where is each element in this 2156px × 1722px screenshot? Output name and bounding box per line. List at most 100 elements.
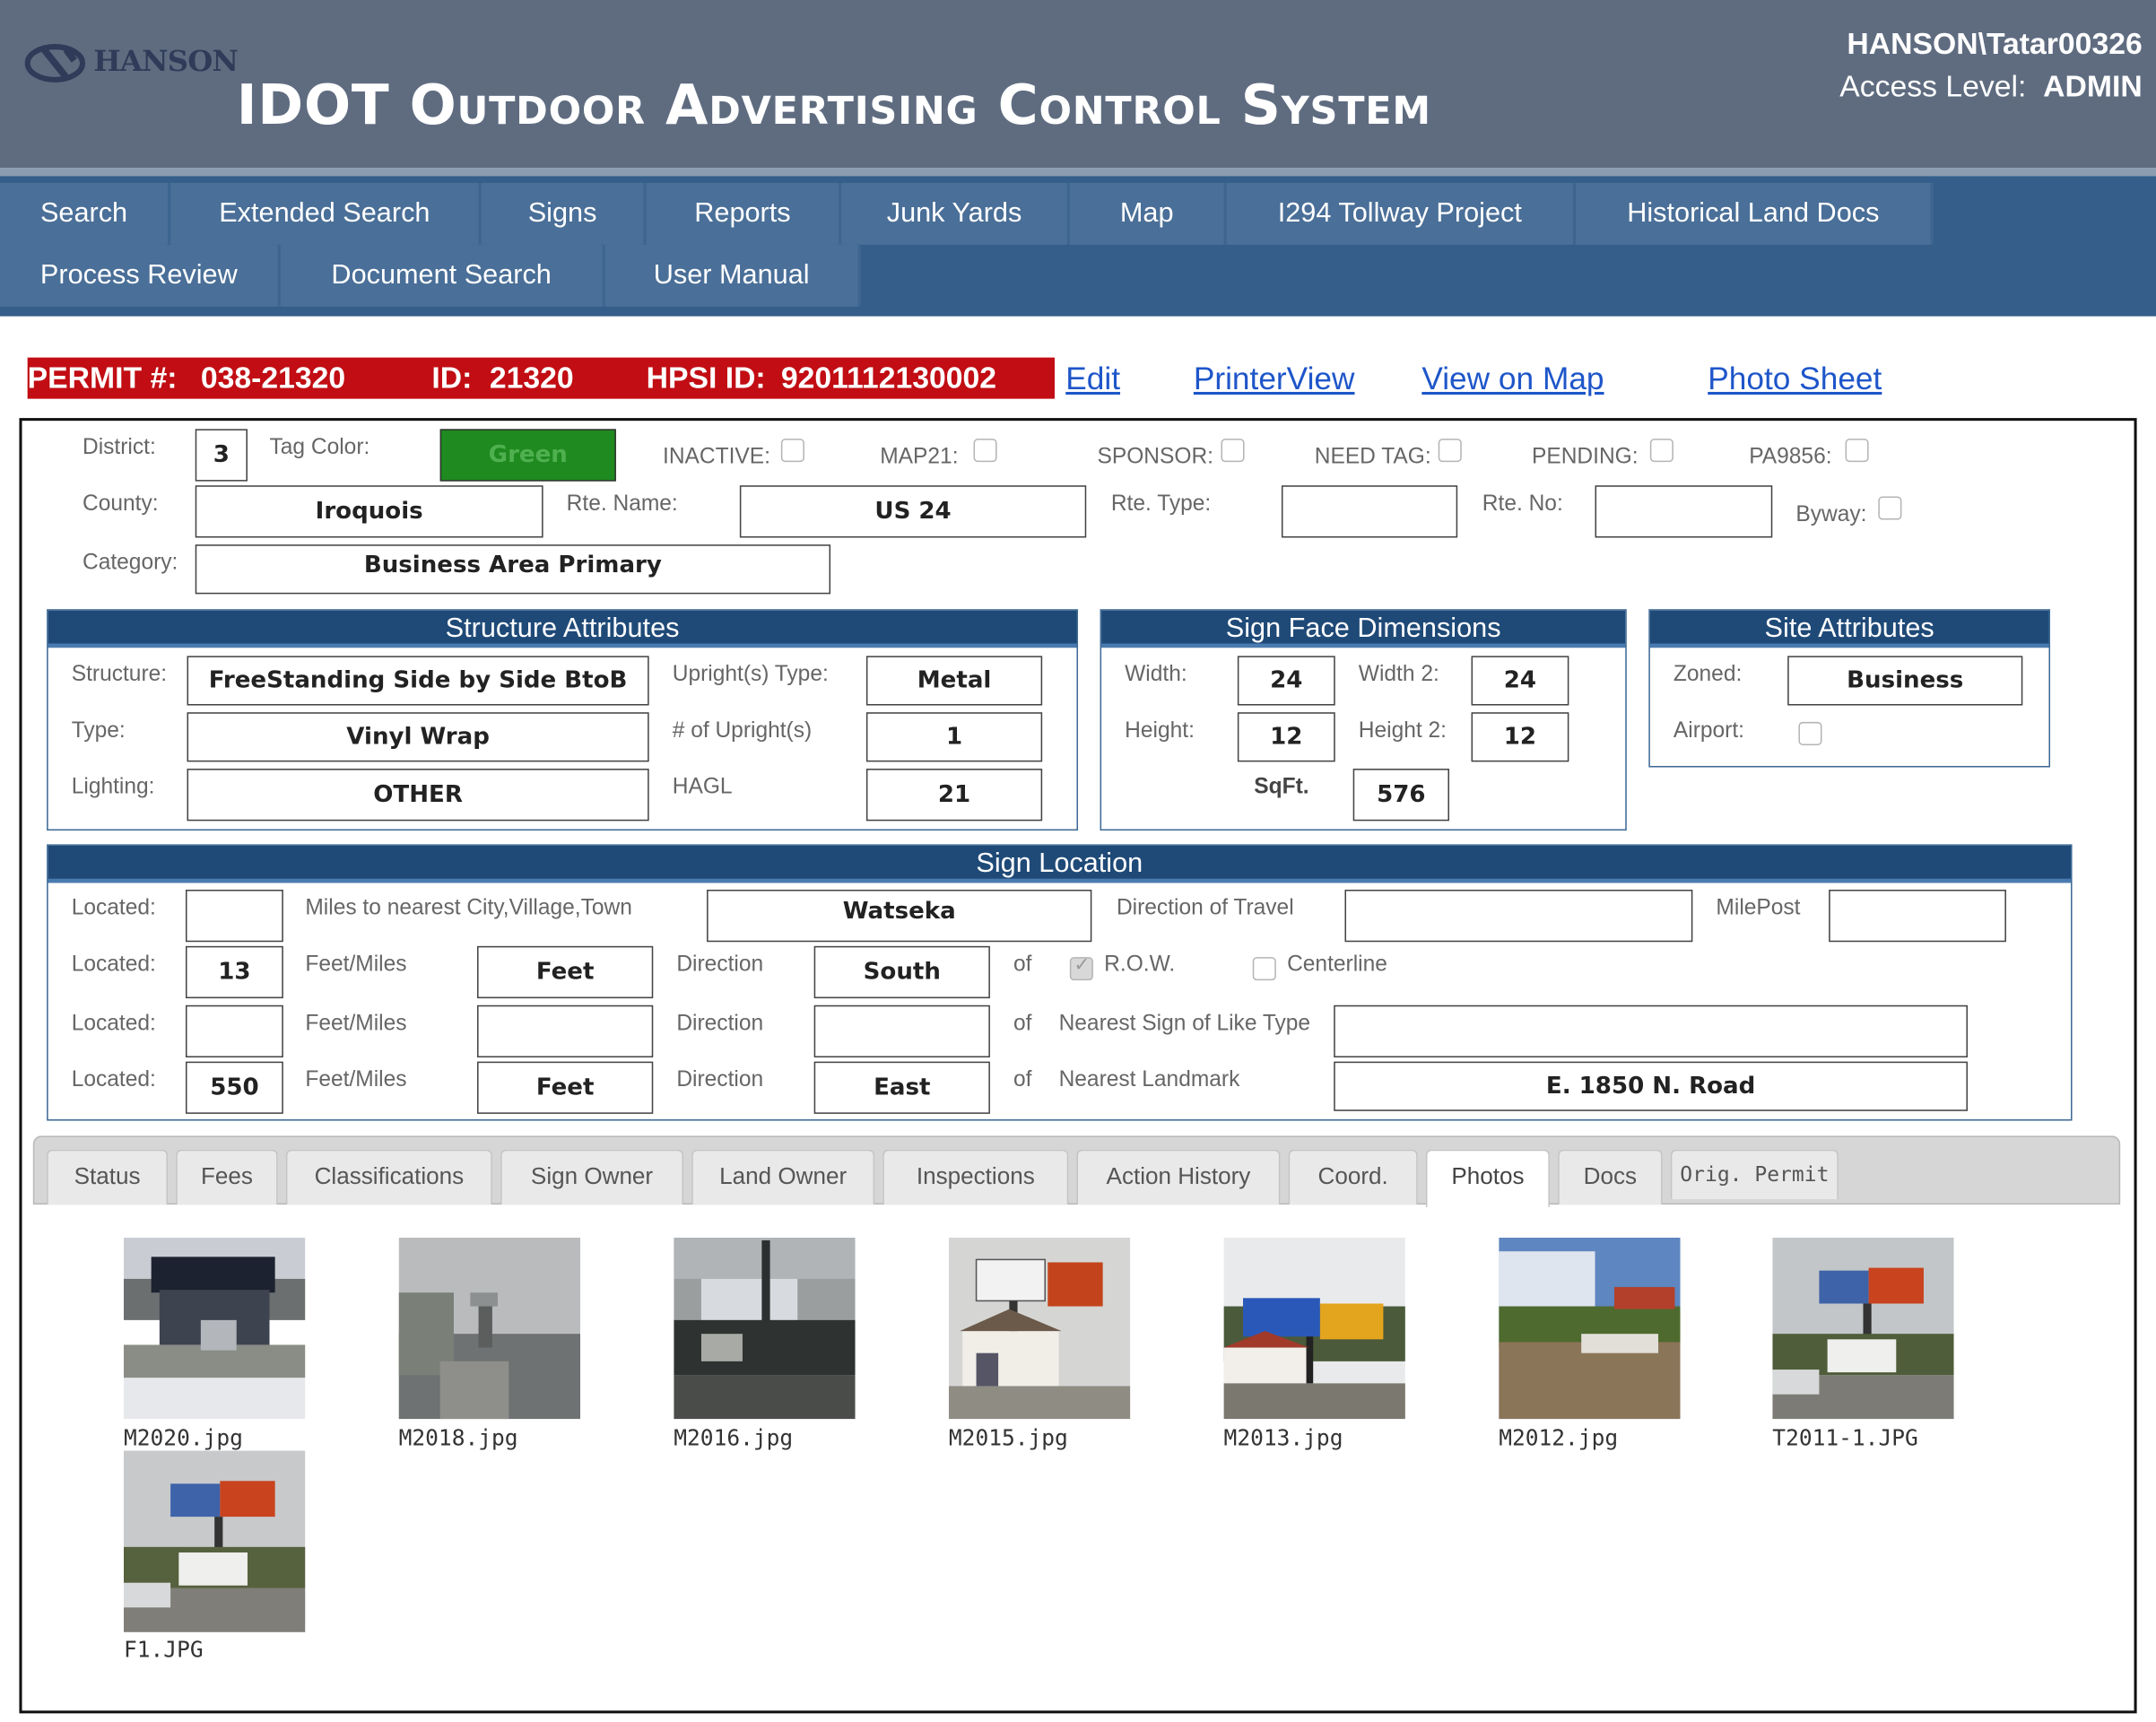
height-field[interactable]: 12 [1237,712,1335,762]
inactive-checkbox[interactable] [780,439,804,463]
width2-field[interactable]: 24 [1471,656,1569,706]
width-label: Width: [1125,663,1187,687]
located-field-2[interactable]: 13 [185,945,283,999]
centerline-checkbox[interactable] [1252,957,1276,981]
edit-link[interactable]: Edit [1065,361,1120,397]
nav-historical-land-docs[interactable]: Historical Land Docs [1576,182,1934,245]
photo-sheet-link[interactable]: Photo Sheet [1708,361,1882,397]
nav-i294-tollway-project[interactable]: I294 Tollway Project [1226,182,1577,245]
located-label-4: Located: [71,1068,156,1092]
access-level: Access Level: ADMIN [1839,65,2142,108]
nav-reports[interactable]: Reports [646,182,842,245]
tab-photos[interactable]: Photos [1425,1149,1550,1208]
direction-of-travel-field[interactable] [1344,889,1693,943]
feet-miles-field-3[interactable] [477,1004,654,1058]
tab-land-owner[interactable]: Land Owner [691,1149,875,1205]
nav-signs[interactable]: Signs [481,182,647,245]
rte-name-field[interactable]: US 24 [739,485,1087,538]
tab-inspections[interactable]: Inspections [882,1149,1069,1205]
nav-search[interactable]: Search [0,182,171,245]
tab-coord[interactable]: Coord. [1288,1149,1418,1205]
photo-thumbnail[interactable] [123,1237,306,1420]
byway-label: Byway: [1795,503,1867,527]
upright-type-field[interactable]: Metal [865,656,1043,706]
rte-type-field[interactable] [1281,485,1458,538]
app-header: HANSON IDOT Outdoor Advertising Control … [0,0,2156,169]
map21-checkbox[interactable] [973,439,997,463]
category-field[interactable]: Business Area Primary [195,544,831,595]
photo-caption: M2016.jpg [674,1424,794,1451]
tab-sign-owner[interactable]: Sign Owner [500,1149,684,1205]
tab-status[interactable]: Status [47,1149,169,1205]
nav-extended-search[interactable]: Extended Search [170,182,482,245]
lighting-field[interactable]: OTHER [187,769,649,822]
tab-orig-permit[interactable]: Orig. Permit [1670,1149,1839,1199]
hpsi-id: 9201112130002 [780,360,997,396]
photo-caption: M2018.jpg [398,1424,518,1451]
main-nav: Search Extended Search Signs Reports Jun… [0,176,2156,317]
pa9856-checkbox[interactable] [1845,439,1869,463]
direction-field-4[interactable]: East [813,1061,990,1114]
view-on-map-link[interactable]: View on Map [1421,361,1604,397]
width-field[interactable]: 24 [1237,656,1335,706]
sponsor-checkbox[interactable] [1221,439,1245,463]
photo-caption: T2011-1.JPG [1772,1424,1918,1451]
tab-docs[interactable]: Docs [1558,1149,1663,1205]
rte-no-field[interactable] [1595,485,1773,538]
photo-thumbnail[interactable] [123,1450,306,1632]
tab-fees[interactable]: Fees [176,1149,278,1205]
tag-color-label: Tag Color: [269,436,370,460]
direction-field-3[interactable] [813,1004,990,1058]
located-field-3[interactable] [185,1004,283,1058]
id-label: ID: [431,360,473,396]
sign-face-dimensions-title: Sign Face Dimensions [1101,610,1626,648]
nearest-sign-field[interactable] [1334,1004,1969,1058]
district-field[interactable]: 3 [195,429,248,482]
photo-thumbnail[interactable] [674,1237,856,1420]
airport-label: Airport: [1673,718,1744,743]
height2-field[interactable]: 12 [1471,712,1569,762]
hagl-label: HAGL [672,775,733,799]
photo-thumbnail[interactable] [948,1237,1131,1420]
feet-miles-field-2[interactable]: Feet [477,945,654,999]
tab-classifications[interactable]: Classifications [285,1149,492,1205]
tab-action-history[interactable]: Action History [1076,1149,1281,1205]
county-field[interactable]: Iroquois [195,485,543,538]
structure-label: Structure: [71,663,168,687]
county-label: County: [82,491,159,516]
logo-text: HANSON [93,43,239,78]
hpsi-id-label: HPSI ID: [646,360,766,396]
photo-thumbnail[interactable] [1223,1237,1405,1420]
nav-process-review[interactable]: Process Review [0,244,281,307]
photo-thumbnail[interactable] [1499,1237,1681,1420]
direction-field-2[interactable]: South [813,945,990,999]
byway-checkbox[interactable] [1878,496,1902,520]
nav-document-search[interactable]: Document Search [280,244,605,307]
located-field-1[interactable] [185,889,283,943]
sqft-field[interactable]: 576 [1352,769,1449,822]
zoned-field[interactable]: Business [1787,656,2023,706]
nav-junk-yards[interactable]: Junk Yards [841,182,1070,245]
miles-to-city-label: Miles to nearest City,Village,Town [305,896,632,920]
feet-miles-field-4[interactable]: Feet [477,1061,654,1114]
need-tag-checkbox[interactable] [1438,439,1462,463]
hagl-field[interactable]: 21 [865,769,1043,822]
printer-view-link[interactable]: PrinterView [1194,361,1355,397]
photo-thumbnail[interactable] [1772,1237,1954,1420]
nearest-landmark-field[interactable]: E. 1850 N. Road [1334,1061,1969,1111]
row-checkbox[interactable] [1069,954,1093,981]
structure-field[interactable]: FreeStanding Side by Side BtoB [187,656,649,706]
pending-checkbox[interactable] [1649,439,1674,463]
nearest-city-field[interactable]: Watseka [707,889,1092,943]
nav-map[interactable]: Map [1069,182,1227,245]
located-field-4[interactable]: 550 [185,1061,283,1114]
height2-label: Height 2: [1358,718,1447,743]
nav-user-manual[interactable]: User Manual [604,244,861,307]
num-uprights-field[interactable]: 1 [865,712,1043,762]
tag-color-field[interactable]: Green [439,429,616,482]
type-field[interactable]: Vinyl Wrap [187,712,649,762]
photo-thumbnail[interactable] [398,1237,581,1420]
airport-checkbox[interactable] [1798,721,1822,745]
feet-miles-label-4: Feet/Miles [305,1068,407,1092]
milepost-field[interactable] [1829,889,2006,943]
